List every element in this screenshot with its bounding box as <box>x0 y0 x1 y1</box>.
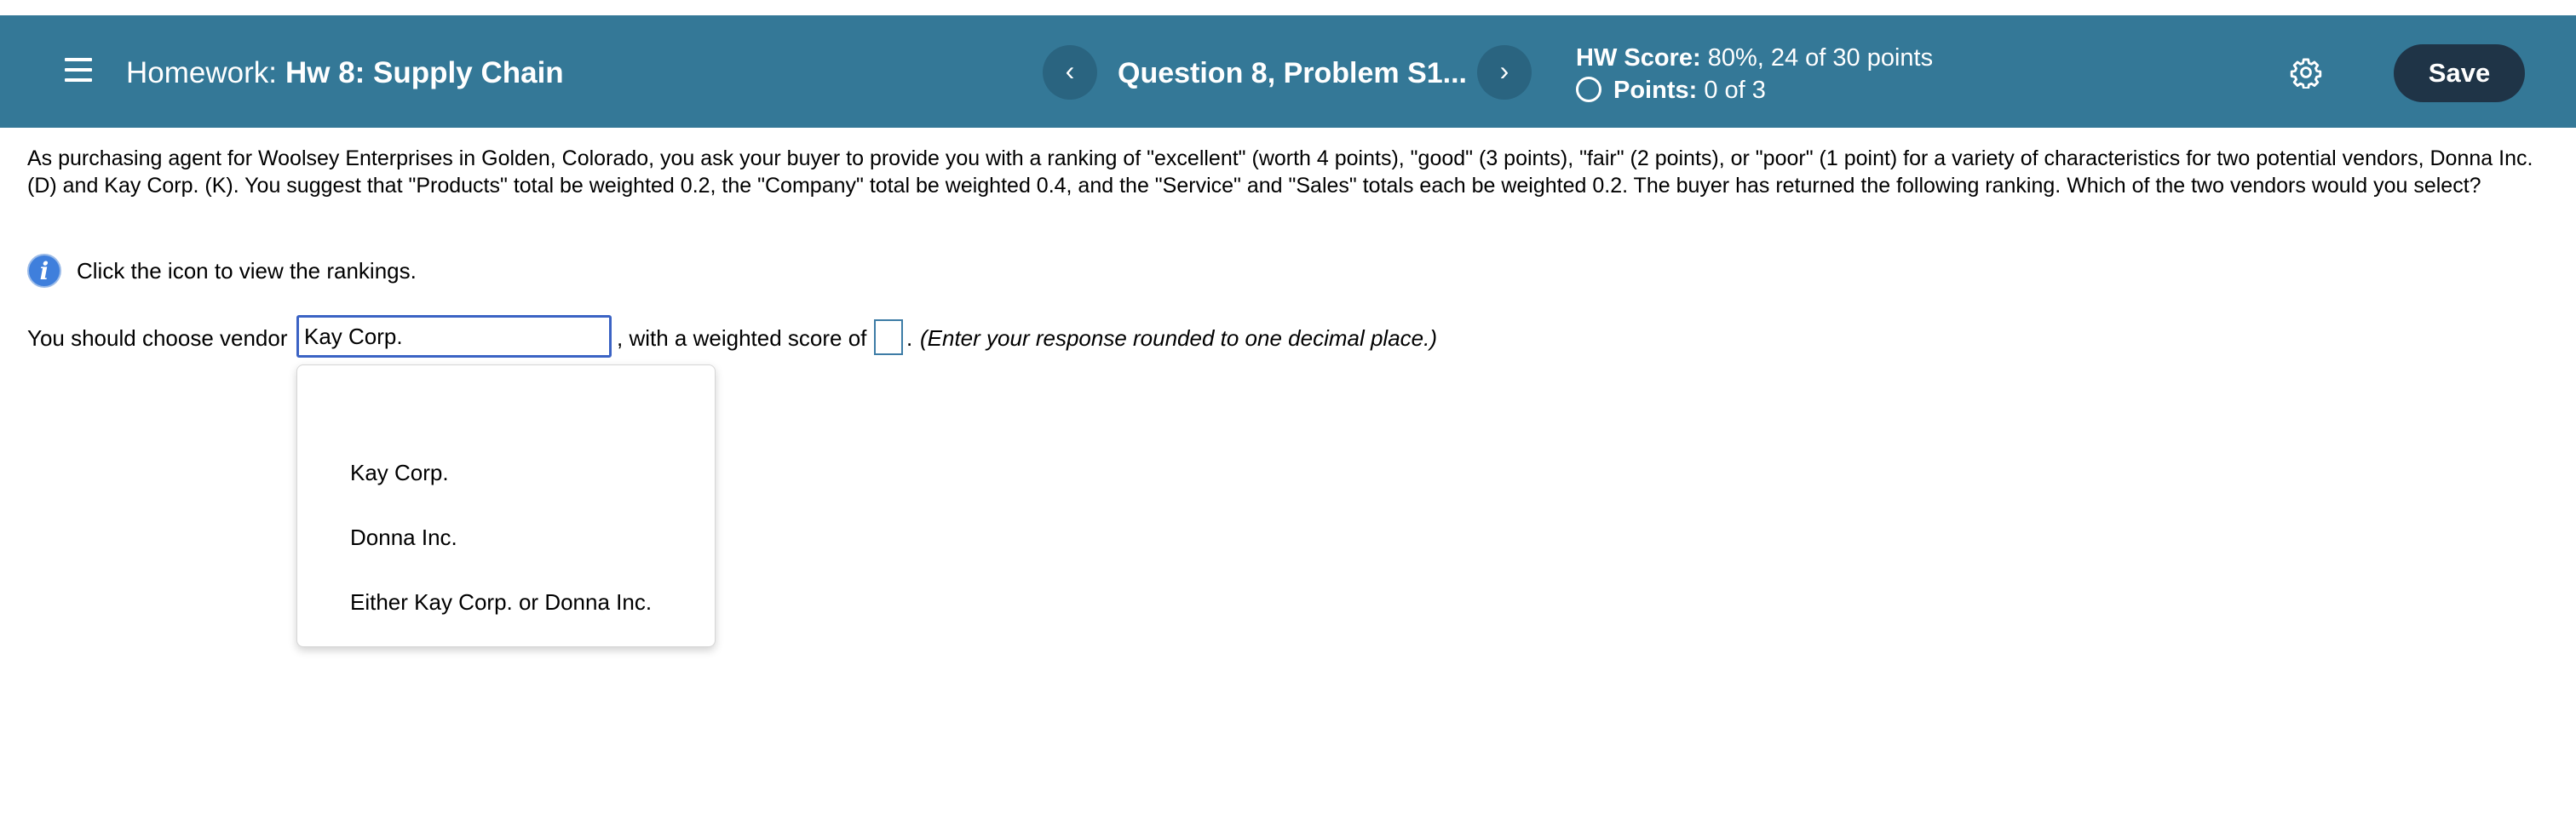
hw-score-value: 80%, 24 of 30 points <box>1707 44 1934 72</box>
weighted-score-input[interactable] <box>874 319 903 355</box>
homework-label: Homework: <box>126 56 277 89</box>
hw-score-label: HW Score: <box>1576 44 1701 72</box>
next-question-button[interactable]: › <box>1477 45 1532 100</box>
answer-hint: (Enter your response rounded to one deci… <box>920 325 1438 351</box>
question-text: As purchasing agent for Woolsey Enterpri… <box>27 146 2533 198</box>
hw-score: HW Score: 80%, 24 of 30 points <box>1576 43 1933 73</box>
answer-period: . <box>906 325 913 351</box>
option-either[interactable]: Either Kay Corp. or Donna Inc. <box>350 588 652 616</box>
answer-row: You should choose vendor Kay Corp. , wit… <box>27 315 2498 363</box>
save-button[interactable]: Save <box>2394 44 2525 102</box>
points-label: Points: <box>1613 77 1698 104</box>
vendor-select[interactable]: Kay Corp. <box>296 315 612 358</box>
header-bar: Homework: Hw 8: Supply Chain ‹ Question 8… <box>0 15 2576 128</box>
answer-prefix: You should choose vendor <box>27 325 288 351</box>
option-donna-inc[interactable]: Donna Inc. <box>350 524 457 551</box>
vendor-dropdown-menu: Kay Corp. Donna Inc. Either Kay Corp. or… <box>296 364 716 647</box>
points-value: 0 of 3 <box>1704 77 1766 104</box>
option-kay-corp[interactable]: Kay Corp. <box>350 459 449 486</box>
question-points: Points: 0 of 3 <box>1576 75 1766 106</box>
circle-status-icon <box>1576 77 1601 102</box>
homework-title: Homework: Hw 8: Supply Chain <box>126 56 564 90</box>
previous-question-button[interactable]: ‹ <box>1043 45 1097 100</box>
question-title: Question 8, Problem S1... <box>1118 57 1467 89</box>
info-instruction: Click the icon to view the rankings. <box>77 258 417 284</box>
top-strip <box>0 0 2576 15</box>
info-icon[interactable]: i <box>27 254 61 288</box>
answer-middle-text: , with a weighted score of <box>617 325 867 351</box>
hamburger-menu-icon[interactable] <box>65 58 92 85</box>
settings-gear-icon[interactable] <box>2290 56 2322 89</box>
homework-name: Hw 8: Supply Chain <box>285 56 564 89</box>
